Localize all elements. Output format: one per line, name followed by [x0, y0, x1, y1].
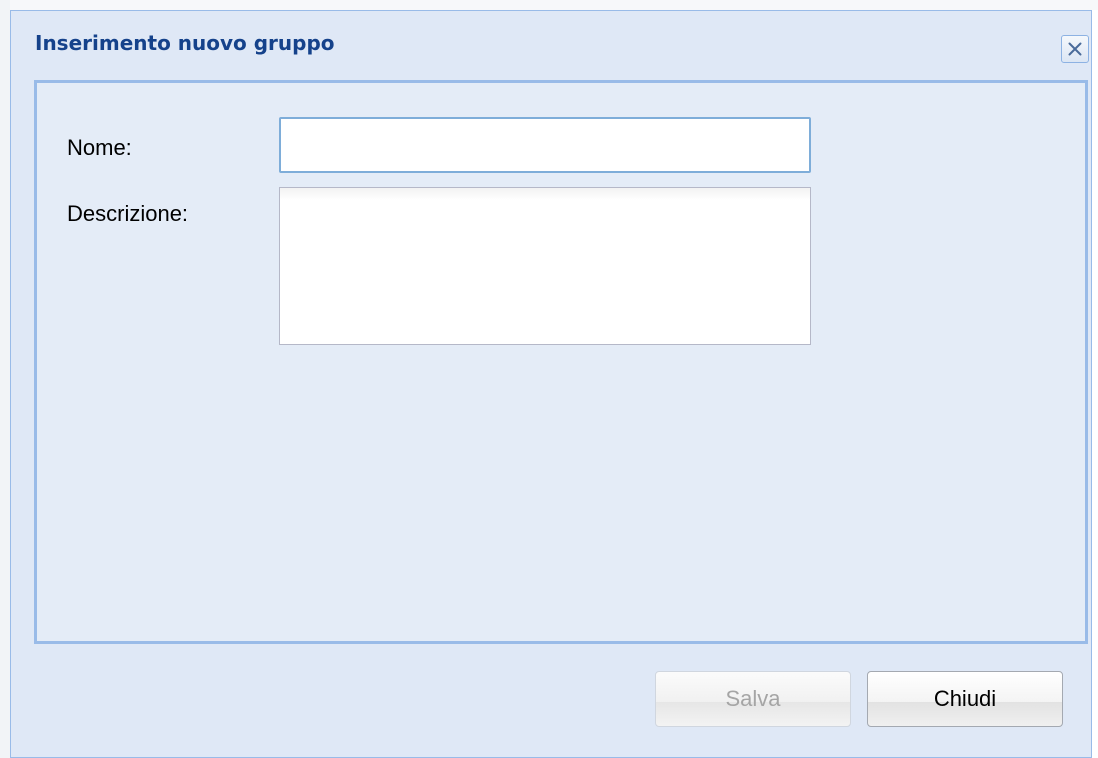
background-top-strip: [10, 0, 1098, 10]
close-dialog-button[interactable]: [1061, 35, 1089, 63]
dialog-header: Inserimento nuovo gruppo: [11, 11, 1091, 79]
name-field[interactable]: [279, 117, 811, 173]
save-button-label: Salva: [725, 686, 781, 711]
close-button[interactable]: Chiudi: [867, 671, 1063, 727]
dialog-title: Inserimento nuovo gruppo: [35, 31, 335, 55]
name-label: Nome:: [67, 135, 132, 160]
background-left-strip: [0, 0, 10, 758]
description-label: Descrizione:: [67, 201, 189, 226]
add-group-dialog: Inserimento nuovo gruppo Nome: Descrizio…: [10, 10, 1092, 758]
close-button-label: Chiudi: [933, 686, 997, 711]
description-field[interactable]: [279, 187, 811, 345]
save-button[interactable]: Salva: [655, 671, 851, 727]
dialog-body: Nome: Descrizione:: [34, 80, 1088, 644]
close-icon: [1067, 41, 1083, 57]
